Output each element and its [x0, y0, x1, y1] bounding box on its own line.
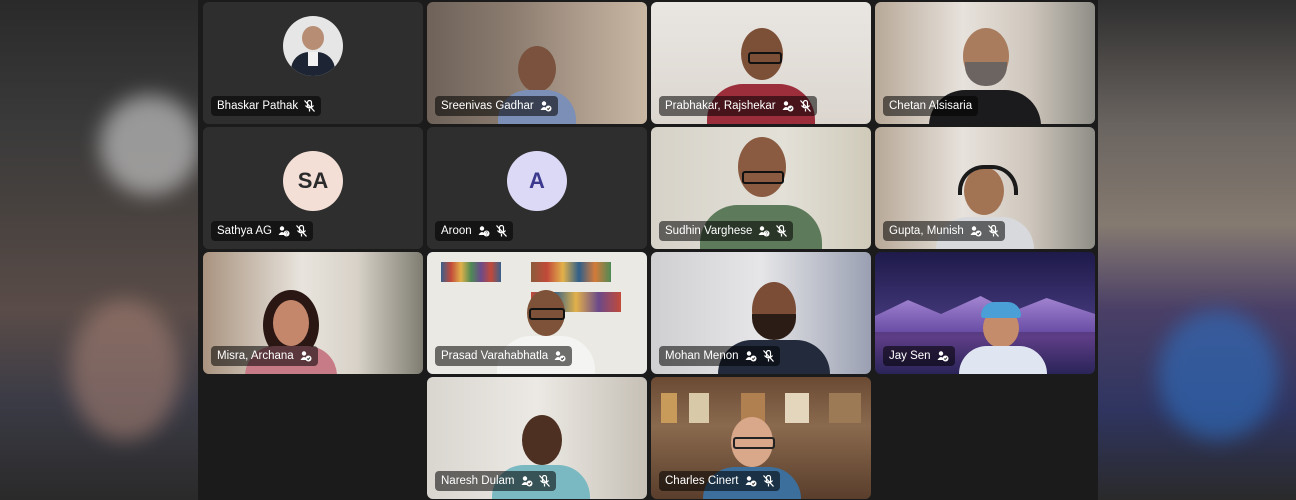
nameplate: Prasad Varahabhatla [435, 346, 573, 366]
participant-tile[interactable]: Misra, Archana [203, 252, 423, 374]
nameplate: Mohan Menon [659, 346, 780, 366]
bookshelf [531, 262, 611, 282]
svg-text:?: ? [285, 231, 288, 237]
participant-name: Sudhin Varghese [665, 225, 753, 237]
mic-muted-icon [538, 475, 550, 487]
participant-name: Misra, Archana [217, 350, 294, 362]
organization-badge-icon [745, 475, 757, 487]
participant-tile[interactable]: SA Sathya AG ? [203, 127, 423, 249]
participant-name: Aroon [441, 225, 472, 237]
svg-text:?: ? [485, 231, 488, 237]
participant-name: Bhaskar Pathak [217, 100, 299, 112]
nameplate: Sreenivas Gadhar [435, 96, 558, 116]
mic-muted-icon [762, 475, 774, 487]
nameplate: Bhaskar Pathak [211, 96, 322, 116]
nameplate: Sathya AG ? [211, 221, 313, 241]
blurred-background-left [0, 0, 198, 500]
organization-badge-icon [300, 350, 312, 362]
mic-muted-icon [304, 100, 316, 112]
participant-tile[interactable]: Sudhin Varghese ? [651, 127, 871, 249]
nameplate: Charles Cinert [659, 471, 780, 491]
participant-tile[interactable]: Mohan Menon [651, 252, 871, 374]
mic-muted-icon [495, 225, 507, 237]
guest-badge-icon: ? [278, 225, 290, 237]
participant-name: Mohan Menon [665, 350, 739, 362]
nameplate: Prabhakar, Rajshekar [659, 96, 817, 116]
nameplate: Sudhin Varghese ? [659, 221, 794, 241]
nameplate: Aroon ? [435, 221, 513, 241]
participant-tile[interactable]: Bhaskar Pathak [203, 2, 423, 124]
participant-tile[interactable]: Jay Sen [875, 252, 1095, 374]
participant-tile[interactable]: A Aroon ? [427, 127, 647, 249]
participant-tile[interactable]: Naresh Dulam [427, 377, 647, 499]
participant-name: Prasad Varahabhatla [441, 350, 549, 362]
participant-tile[interactable]: Sreenivas Gadhar [427, 2, 647, 124]
organization-badge-icon [554, 350, 566, 362]
organization-badge-icon [540, 100, 552, 112]
participant-tile[interactable]: Gupta, Munish [875, 127, 1095, 249]
organization-badge-icon [745, 350, 757, 362]
svg-text:?: ? [766, 231, 769, 237]
organization-badge-icon [521, 475, 533, 487]
participant-name: Naresh Dulam [441, 475, 515, 487]
organization-badge-icon [970, 225, 982, 237]
participant-name: Charles Cinert [665, 475, 739, 487]
mic-muted-icon [776, 225, 788, 237]
nameplate: Naresh Dulam [435, 471, 556, 491]
organization-badge-icon [782, 100, 794, 112]
nameplate: Gupta, Munish [883, 221, 1005, 241]
participant-video [955, 302, 1051, 374]
avatar-initials: A [507, 150, 567, 211]
participant-tile[interactable]: Prabhakar, Rajshekar [651, 2, 871, 124]
mic-muted-icon [762, 350, 774, 362]
mic-muted-icon [799, 100, 811, 112]
participant-tile[interactable]: Charles Cinert [651, 377, 871, 499]
nameplate: Misra, Archana [211, 346, 318, 366]
avatar-initials: SA [283, 150, 343, 211]
participant-tile-active-speaker[interactable]: Prasad Varahabhatla [427, 252, 647, 374]
nameplate: Chetan Alsisaria [883, 96, 979, 116]
bookshelf [441, 262, 501, 282]
blurred-background-right [1098, 0, 1296, 500]
guest-badge-icon: ? [758, 225, 770, 237]
participant-name: Sreenivas Gadhar [441, 100, 534, 112]
organization-badge-icon [937, 350, 949, 362]
nameplate: Jay Sen [883, 346, 955, 366]
avatar [283, 15, 343, 76]
participant-name: Sathya AG [217, 225, 272, 237]
mic-muted-icon [296, 225, 307, 237]
mic-muted-icon [987, 225, 999, 237]
video-grid: Bhaskar Pathak Sreenivas Gadhar Prabhaka… [198, 0, 1098, 500]
participant-name: Prabhakar, Rajshekar [665, 100, 776, 112]
participant-name: Jay Sen [889, 350, 931, 362]
guest-badge-icon: ? [478, 225, 490, 237]
participant-name: Gupta, Munish [889, 225, 964, 237]
participant-tile[interactable]: Chetan Alsisaria [875, 2, 1095, 124]
participant-name: Chetan Alsisaria [889, 100, 973, 112]
